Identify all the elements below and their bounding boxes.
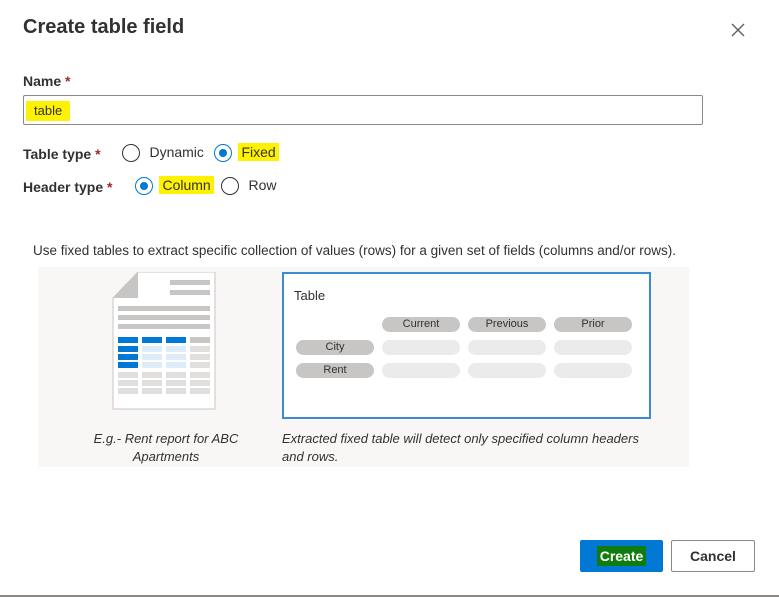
cancel-button[interactable]: Cancel	[671, 540, 755, 572]
header-type-label: Header type *	[23, 179, 113, 195]
radio-fixed[interactable]: Fixed	[214, 143, 279, 162]
row-header-pill: Rent	[296, 363, 374, 378]
name-label-text: Name	[23, 73, 62, 89]
row-header-pill: City	[296, 340, 374, 355]
close-icon[interactable]	[728, 20, 748, 40]
column-header-pill: Prior	[554, 317, 632, 332]
radio-row[interactable]: Row	[221, 177, 276, 195]
create-button-label: Create	[596, 546, 647, 566]
table-caption: Extracted fixed table will detect only s…	[282, 431, 639, 464]
table-type-label-text: Table type	[23, 146, 92, 162]
radio-dynamic-label: Dynamic	[149, 144, 204, 161]
header-type-label-text: Header type	[23, 179, 104, 195]
radio-dynamic[interactable]: Dynamic	[122, 144, 204, 162]
name-input[interactable]: table	[23, 95, 703, 125]
empty-cell-pill	[468, 363, 546, 378]
column-header-pill: Current	[382, 317, 460, 332]
required-mark: *	[95, 146, 101, 162]
empty-cell-pill	[554, 340, 632, 355]
document-illustration	[112, 271, 216, 415]
radio-fixed-circle[interactable]	[214, 144, 232, 162]
radio-fixed-label: Fixed	[238, 143, 279, 162]
name-input-value: table	[26, 101, 71, 121]
column-header-pill: Previous	[468, 317, 546, 332]
empty-cell-pill	[468, 340, 546, 355]
description-text: Use fixed tables to extract specific col…	[33, 243, 677, 258]
radio-row-circle[interactable]	[221, 177, 239, 195]
radio-row-label: Row	[248, 177, 277, 194]
required-mark: *	[107, 179, 113, 195]
name-label: Name *	[23, 73, 70, 89]
table-illustration-title: Table	[294, 288, 326, 303]
empty-cell-pill	[382, 363, 460, 378]
radio-column-label: Column	[159, 176, 214, 195]
required-mark: *	[65, 73, 71, 89]
empty-cell-pill	[382, 340, 460, 355]
dialog-title: Create table field	[23, 16, 185, 38]
table-illustration: Table Current Previous Prior City Rent	[282, 272, 651, 419]
document-caption: E.g.- Rent report for ABC Apartments	[93, 431, 239, 464]
radio-column-circle[interactable]	[135, 177, 153, 195]
table-type-label: Table type *	[23, 146, 101, 162]
radio-dynamic-circle[interactable]	[122, 144, 140, 162]
radio-column[interactable]: Column	[135, 176, 214, 195]
create-button[interactable]: Create	[580, 540, 663, 572]
empty-cell-pill	[554, 363, 632, 378]
